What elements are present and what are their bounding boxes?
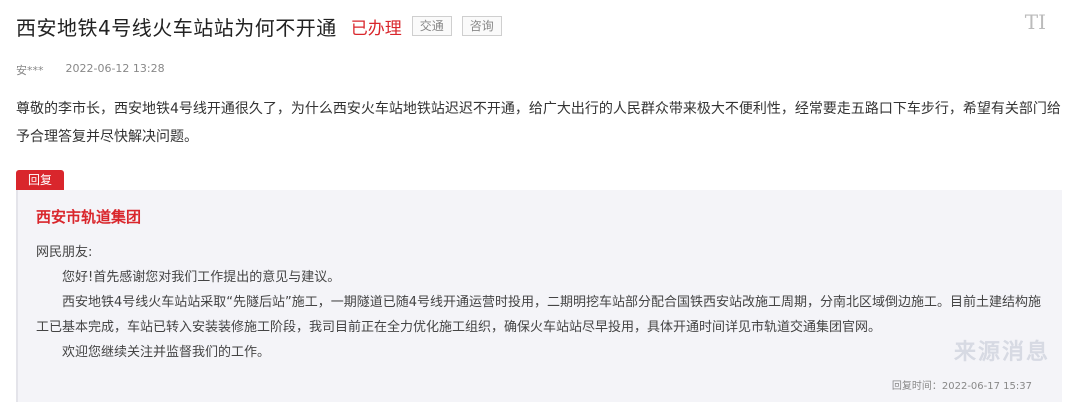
reply-badge: 回复 [16,170,65,190]
reply-paragraph: 欢迎您继续关注并监督我们的工作。 [62,345,271,360]
reply-content: 网民朋友: 您好!首先感谢您对我们工作提出的意见与建议。 西安地铁4号线火车站站… [36,240,1046,365]
page-title: 西安地铁4号线火车站站为何不开通 [16,15,337,40]
reply-greeting: 网民朋友: [36,245,93,260]
reply-paragraph: 您好!首先感谢您对我们工作提出的意见与建议。 [62,270,341,285]
reply-time: 回复时间：2022-06-17 15:37 [891,381,1032,392]
post-date: 2022-06-12 13:28 [65,62,165,75]
tag-consult[interactable]: 咨询 [461,16,502,36]
status-label: 已办理 [350,18,402,39]
tag-traffic[interactable]: 交通 [411,16,452,36]
author-name: 安*** [16,64,44,77]
reply-organization: 西安市轨道集团 [36,208,142,226]
header: 西安地铁4号线火车站站为何不开通 已办理 交通 咨询 [16,10,502,42]
post-meta: 安*** 2022-06-12 13:28 [16,62,165,78]
reply-box: 西安市轨道集团 网民朋友: 您好!首先感谢您对我们工作提出的意见与建议。 西安地… [16,190,1062,402]
watermark-logo: 来源消息 [953,340,1050,365]
question-text: 尊敬的李市长，西安地铁4号线开通很久了，为什么西安火车站地铁站迟迟不开通，给广大… [16,101,1061,145]
font-size-icon[interactable]: TI [1025,10,1046,34]
reply-paragraph: 西安地铁4号线火车站站采取“先隧后站”施工，一期隧道已随4号线开通运营时投用，二… [36,295,1042,335]
